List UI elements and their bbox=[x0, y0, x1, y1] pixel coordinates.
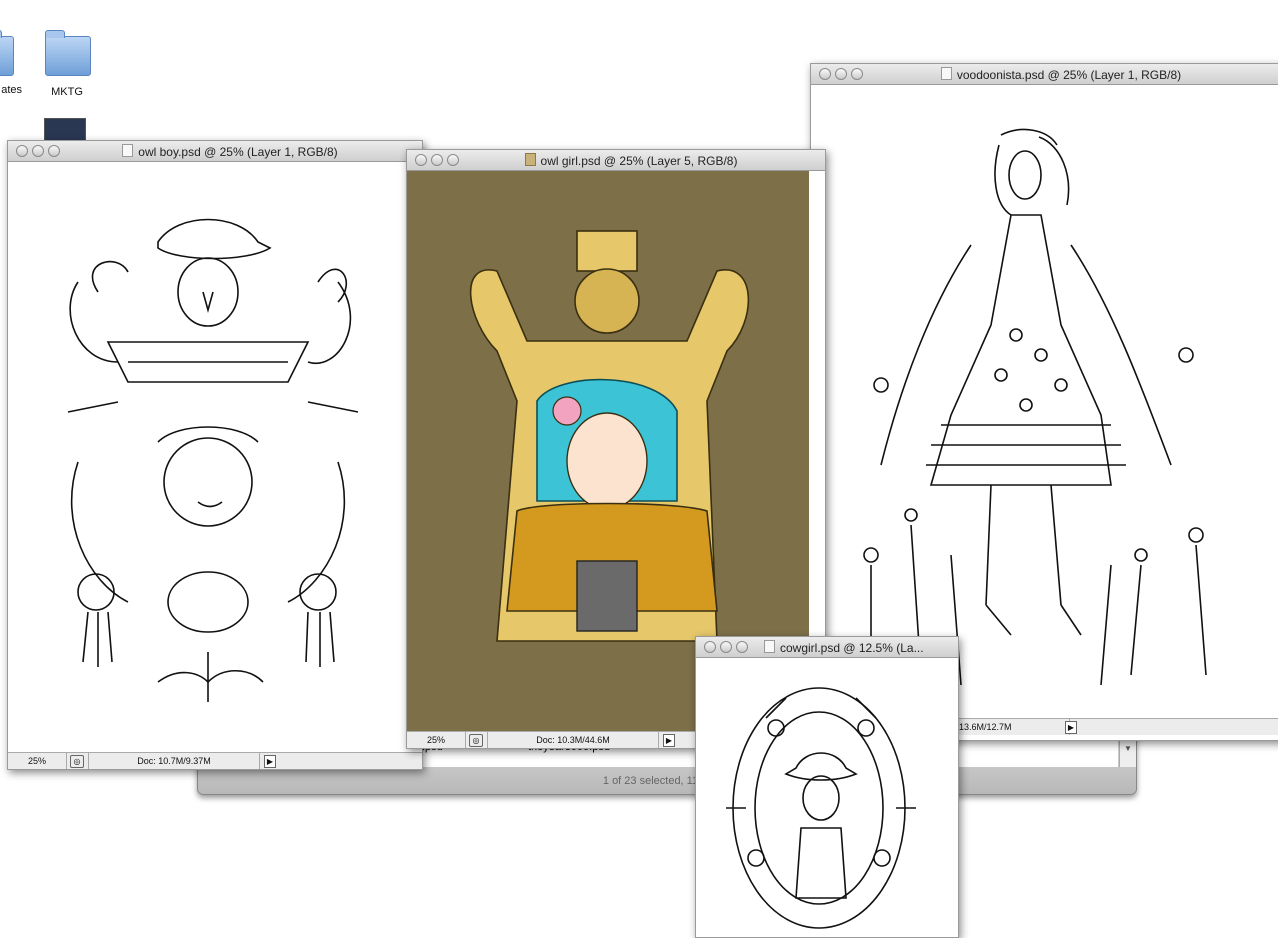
doc-info-menu-arrow[interactable]: ▶ bbox=[264, 755, 276, 768]
voodoonista-canvas[interactable] bbox=[811, 85, 1278, 723]
titlebar[interactable]: cowgirl.psd @ 12.5% (La... bbox=[696, 637, 958, 658]
window-title: cowgirl.psd @ 12.5% (La... bbox=[780, 641, 924, 655]
desktop-item-templates[interactable]: ates bbox=[0, 30, 22, 100]
voodoonista-artwork bbox=[863, 128, 1207, 686]
folder-icon bbox=[45, 30, 91, 76]
owl-boy-artwork bbox=[67, 218, 359, 702]
document-icon bbox=[764, 640, 775, 653]
document-icon bbox=[940, 67, 952, 80]
titlebar[interactable]: owl boy.psd @ 25% (Layer 1, RGB/8) bbox=[8, 141, 422, 162]
minimize-button[interactable] bbox=[720, 641, 732, 653]
titlebar[interactable]: owl girl.psd @ 25% (Layer 5, RGB/8) bbox=[407, 150, 825, 171]
titlebar[interactable]: voodoonista.psd @ 25% (Layer 1, RGB/8) bbox=[811, 64, 1278, 85]
zoom-button[interactable] bbox=[736, 641, 748, 653]
navigator-icon[interactable]: ◎ bbox=[70, 755, 84, 768]
cowgirl-artwork bbox=[726, 687, 916, 929]
navigator-icon[interactable]: ◎ bbox=[469, 734, 483, 747]
doc-size: 13.6M/12.7M bbox=[959, 719, 1070, 735]
status-bar: 25% ◎ Doc: 10.7M/9.37M ▶ bbox=[8, 752, 422, 769]
doc-info-menu-arrow[interactable]: ▶ bbox=[663, 734, 675, 747]
desktop-item-label: MKTG bbox=[51, 86, 83, 98]
close-button[interactable] bbox=[704, 641, 716, 653]
doc-size: Doc: 10.7M/9.37M bbox=[88, 753, 260, 769]
desktop-item-mktg[interactable]: MKTG bbox=[42, 30, 92, 102]
desktop-item-label: ates bbox=[1, 84, 22, 96]
doc-info-menu-arrow[interactable]: ▶ bbox=[1065, 721, 1077, 734]
folder-icon bbox=[0, 30, 14, 76]
document-icon bbox=[524, 153, 536, 166]
window-title: voodoonista.psd @ 25% (Layer 1, RGB/8) bbox=[956, 68, 1182, 82]
cowgirl-window[interactable]: cowgirl.psd @ 12.5% (La... bbox=[695, 636, 959, 938]
document-icon bbox=[122, 144, 134, 157]
window-title: owl girl.psd @ 25% (Layer 5, RGB/8) bbox=[540, 154, 738, 168]
cowgirl-canvas[interactable] bbox=[696, 658, 942, 937]
window-title: owl boy.psd @ 25% (Layer 1, RGB/8) bbox=[138, 145, 338, 159]
owl-boy-canvas[interactable] bbox=[8, 162, 422, 752]
owl-boy-window[interactable]: owl boy.psd @ 25% (Layer 1, RGB/8) 25% ◎… bbox=[7, 140, 423, 770]
finder-status: 1 of 23 selected, 116.84 G bbox=[602, 775, 732, 787]
zoom-level[interactable]: 25% bbox=[8, 753, 67, 769]
zoom-level[interactable]: 25% bbox=[407, 732, 466, 748]
doc-size: Doc: 10.3M/44.6M bbox=[487, 732, 659, 748]
